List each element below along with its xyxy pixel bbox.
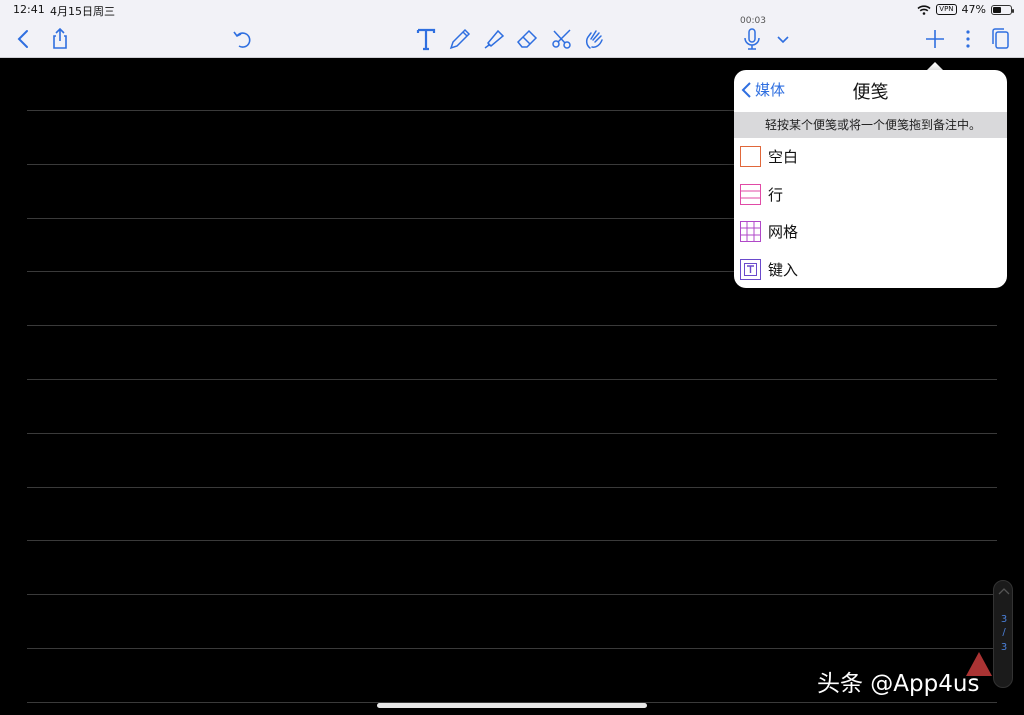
paper-item-label: 行 xyxy=(768,185,784,204)
status-indicators: VPN 47% xyxy=(917,3,1014,16)
ruled-line xyxy=(27,648,997,649)
grid-paper-icon xyxy=(740,221,761,243)
undo-icon[interactable] xyxy=(229,26,255,52)
paper-item-label: 空白 xyxy=(768,148,799,167)
lasso-scissors-icon[interactable] xyxy=(549,26,575,52)
status-time: 12:41 xyxy=(13,3,45,16)
paper-item-blank[interactable]: 空白 xyxy=(734,138,1007,176)
page-separator: / xyxy=(1002,627,1006,638)
back-icon[interactable] xyxy=(11,26,37,52)
wifi-icon xyxy=(917,4,931,15)
home-indicator[interactable] xyxy=(377,703,647,708)
paper-item-lined[interactable]: 行 xyxy=(734,176,1007,214)
paper-item-grid[interactable]: 网格 xyxy=(734,213,1007,251)
share-icon[interactable] xyxy=(47,26,73,52)
page-current: 3 xyxy=(1000,614,1008,625)
microphone-icon[interactable] xyxy=(739,26,765,52)
more-icon[interactable] xyxy=(955,26,981,52)
blank-paper-icon xyxy=(740,146,761,168)
page-total: 3 xyxy=(1000,642,1008,653)
ruled-line xyxy=(27,379,997,380)
hand-tool-icon[interactable] xyxy=(581,26,607,52)
vpn-badge: VPN xyxy=(936,4,957,15)
popover-hint: 轻按某个便笺或将一个便笺拖到备注中。 xyxy=(734,112,1007,138)
ruled-line xyxy=(27,432,997,434)
add-icon[interactable] xyxy=(922,26,948,52)
popover-header: 媒体 便笺 xyxy=(734,70,1007,112)
ruled-line xyxy=(27,325,997,327)
status-date: 4月15日周三 xyxy=(50,5,115,18)
chevron-down-icon[interactable] xyxy=(770,26,796,52)
ruled-line xyxy=(27,486,997,488)
ruled-line xyxy=(27,594,997,596)
ruled-line xyxy=(27,540,997,542)
eraser-tool-icon[interactable] xyxy=(514,26,540,52)
text-tool-icon[interactable] xyxy=(413,26,439,52)
toolbar: 00:03 xyxy=(0,16,1024,58)
paper-item-label: 网格 xyxy=(768,223,799,242)
popover-title: 便笺 xyxy=(852,82,889,103)
typed-paper-icon xyxy=(740,258,761,280)
battery-percent: 47% xyxy=(961,3,986,16)
watermark-text: 头条 @App4us xyxy=(817,671,980,697)
page-indicator[interactable]: 3 / 3 xyxy=(993,580,1013,688)
pages-icon[interactable] xyxy=(988,26,1014,52)
paper-item-typed[interactable]: 键入 xyxy=(734,251,1007,289)
chevron-up-icon[interactable] xyxy=(998,587,1010,595)
lined-paper-icon xyxy=(740,183,761,205)
paper-item-label: 键入 xyxy=(768,260,799,279)
paper-popover: 媒体 便笺 轻按某个便笺或将一个便笺拖到备注中。 空白 行 网格 键入 xyxy=(734,70,1007,288)
pen-tool-icon[interactable] xyxy=(447,26,473,52)
status-bar: 12:41 4月15日周三 VPN 47% xyxy=(0,0,1024,20)
recording-time: 00:03 xyxy=(740,16,766,26)
battery-icon xyxy=(991,4,1014,15)
highlighter-tool-icon[interactable] xyxy=(481,26,507,52)
